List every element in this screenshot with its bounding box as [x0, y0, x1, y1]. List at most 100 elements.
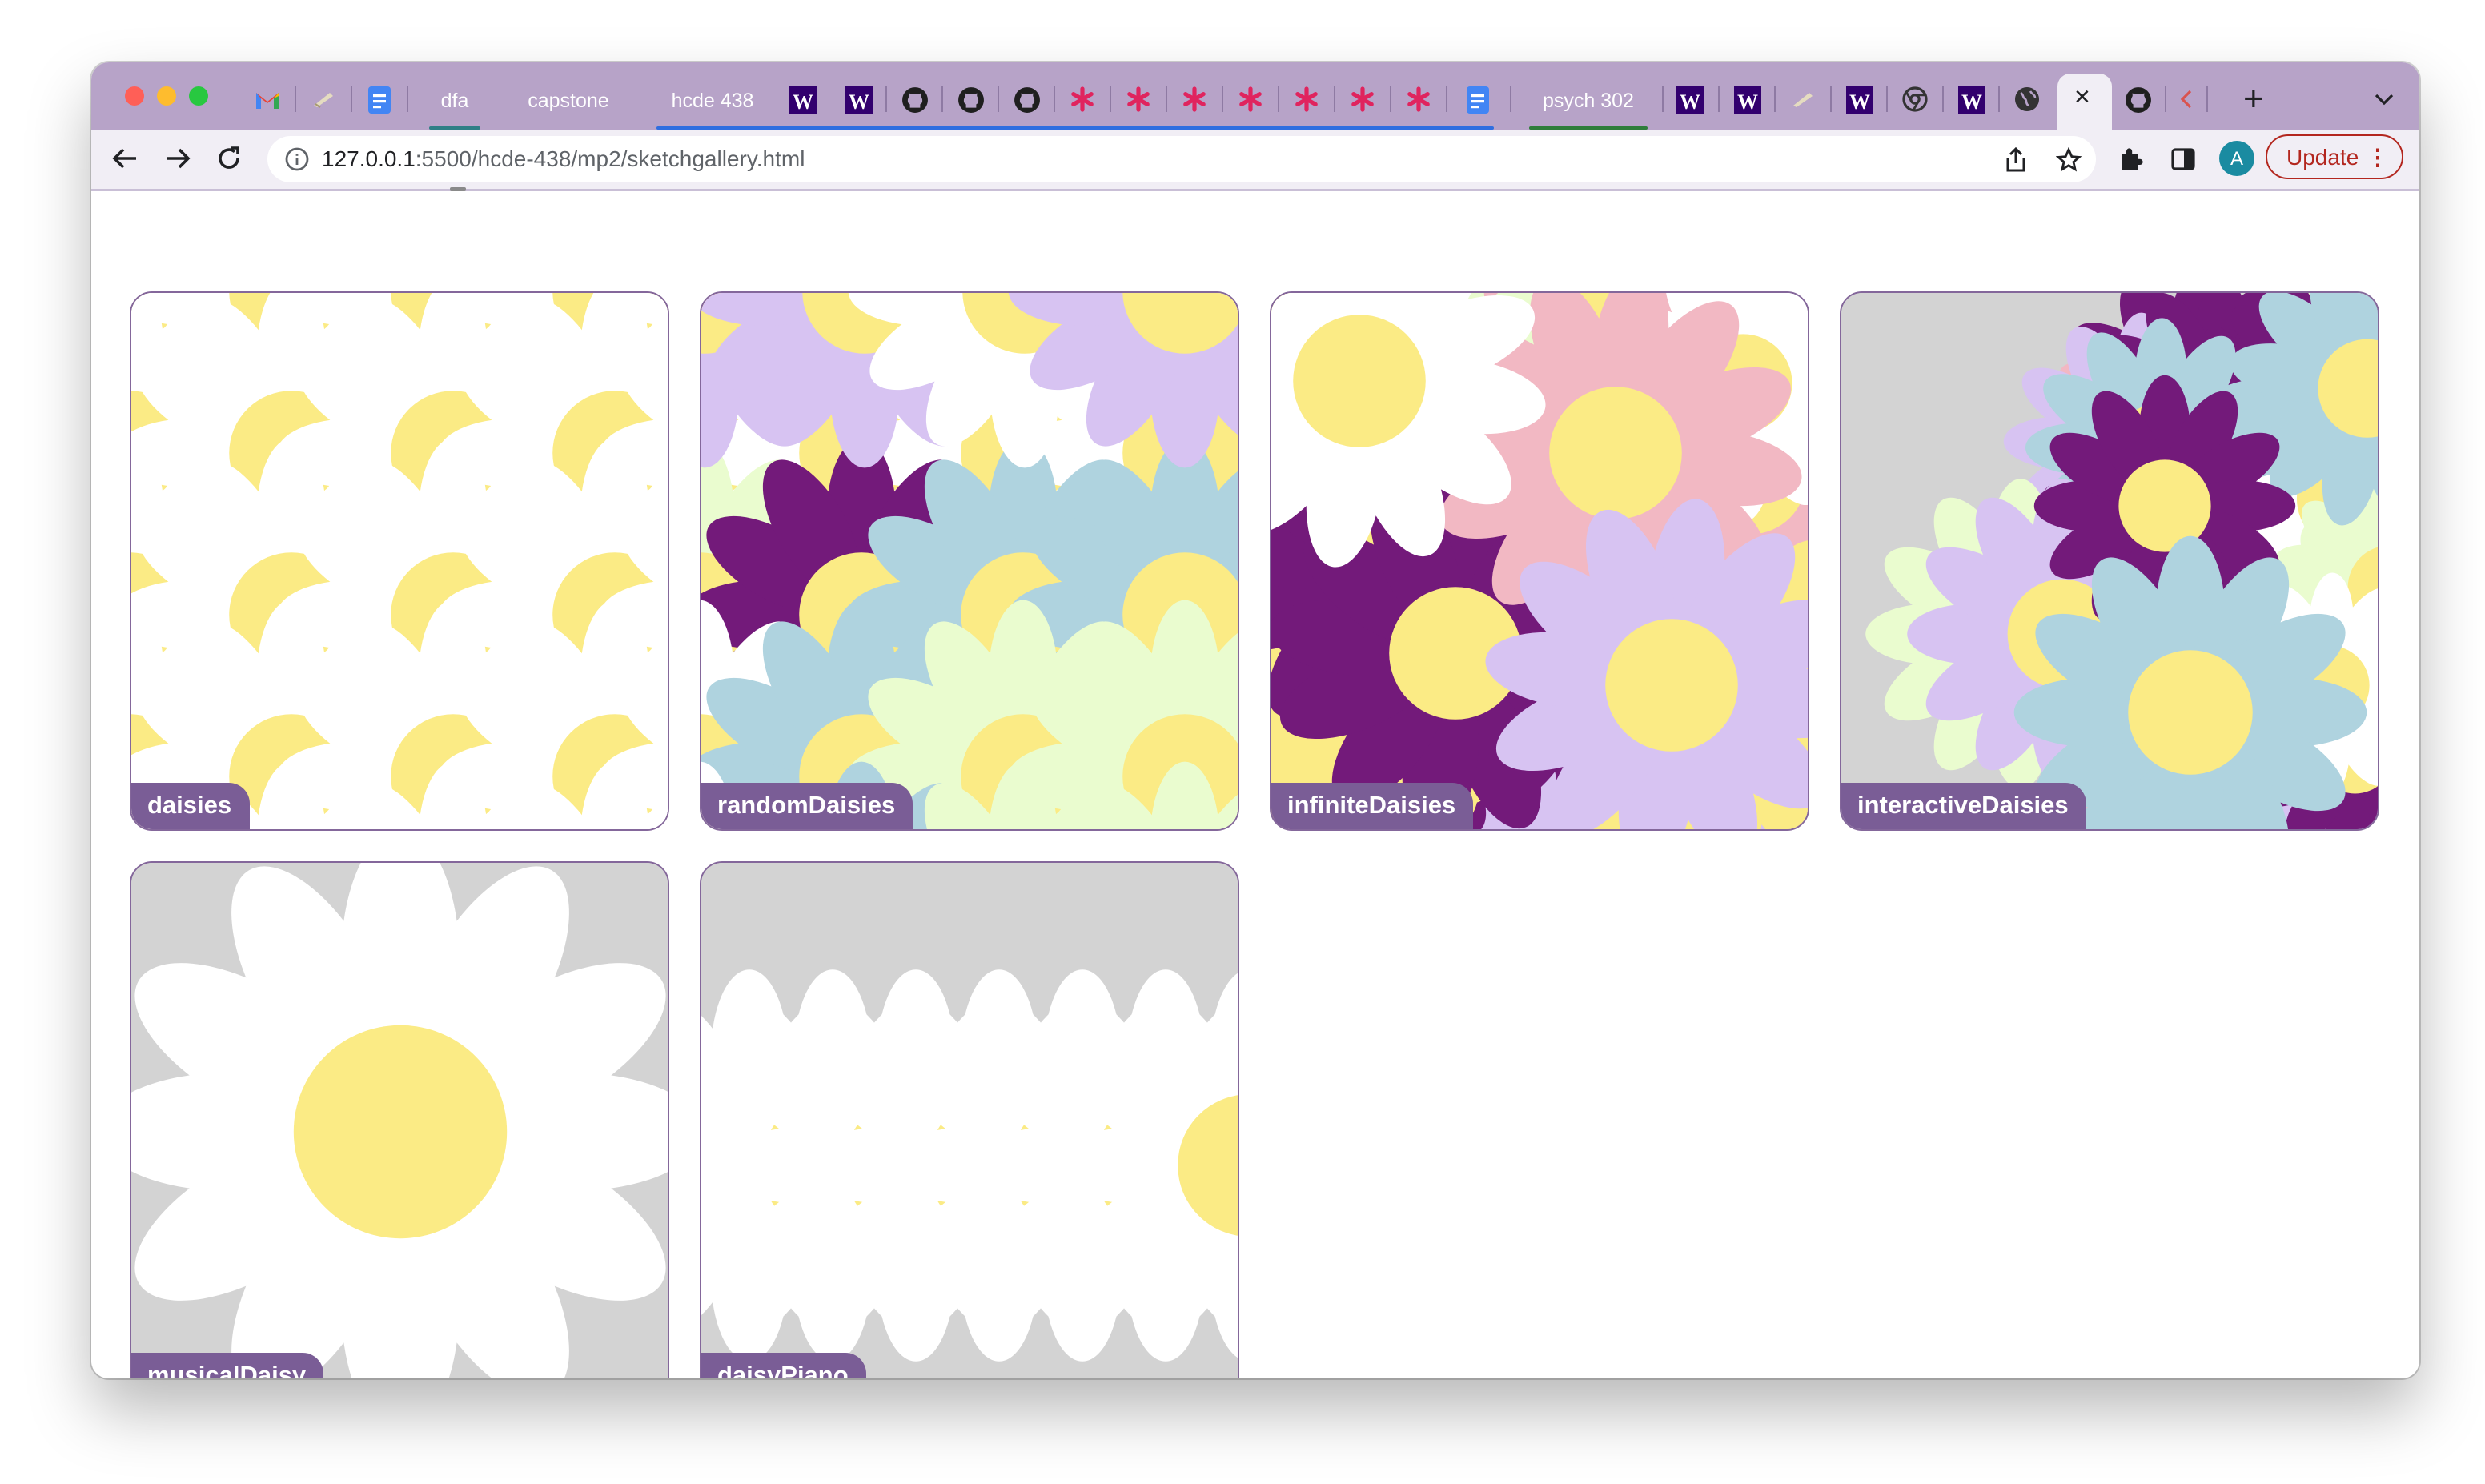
browser-toolbar: 127.0.0.1:5500/hcde-438/mp2/sketchgaller…: [91, 130, 2419, 191]
tab-uw-2[interactable]: W: [841, 78, 876, 120]
svg-text:W: W: [1849, 90, 1869, 113]
asterisk-icon: [1239, 86, 1262, 112]
share-icon[interactable]: [2005, 147, 2027, 173]
url-text: 127.0.0.1:5500/hcde-438/mp2/sketchgaller…: [322, 146, 805, 171]
asterisk-icon: [1351, 86, 1374, 112]
reload-icon: [219, 146, 239, 169]
tab-asterisk-5[interactable]: [1289, 78, 1324, 120]
github-icon: [1014, 86, 1039, 112]
tab-uw-3[interactable]: W: [1672, 78, 1707, 120]
side-panel-icon: [2170, 147, 2194, 170]
tab-github-1[interactable]: [897, 78, 932, 120]
sketch-canvas: [701, 863, 1238, 1378]
uw-w-icon: W: [845, 86, 872, 113]
tab-github-2[interactable]: [953, 78, 988, 120]
info-icon[interactable]: [285, 147, 309, 171]
uw-w-icon: W: [1845, 86, 1873, 113]
sketch-title: musicalDaisy: [131, 1353, 324, 1378]
github-icon: [957, 86, 983, 112]
new-tab-button[interactable]: +: [2243, 78, 2264, 120]
tab-search-button[interactable]: [2368, 78, 2400, 120]
bookmark-star-icon[interactable]: [2056, 147, 2082, 173]
sketch-canvas: [1271, 293, 1808, 829]
sketch-title: daisyPiano: [701, 1353, 866, 1378]
tab-site[interactable]: [306, 78, 341, 120]
sketch-card-1[interactable]: randomDaisies: [700, 291, 1239, 831]
sketch-title: interactiveDaisies: [1841, 783, 2086, 829]
github-icon: [901, 86, 927, 112]
close-window-button[interactable]: [125, 86, 144, 106]
tab-github-3[interactable]: [1009, 78, 1044, 120]
google-docs-icon: [1467, 86, 1489, 113]
tab-strip: dfa capstone hcde 438 W W psych 302 W W …: [91, 62, 2419, 130]
tab-uw-5[interactable]: W: [1841, 78, 1877, 120]
uw-w-icon: W: [1957, 86, 1985, 113]
sketch-card-3[interactable]: interactiveDaisies: [1840, 291, 2379, 831]
asterisk-icon: [1183, 86, 1206, 112]
arrow-right-icon: [167, 148, 191, 169]
sketch-card-2[interactable]: infiniteDaisies: [1270, 291, 1809, 831]
google-docs-icon: [368, 86, 391, 113]
chrome-icon: [1902, 86, 1928, 112]
tab-chrome[interactable]: [1897, 78, 1933, 120]
sketch-title: infiniteDaisies: [1271, 783, 1474, 829]
zoom-window-button[interactable]: [189, 86, 208, 106]
tab-uw-6[interactable]: W: [1953, 78, 1989, 120]
back-button[interactable]: [110, 144, 139, 173]
svg-text:W: W: [1679, 90, 1700, 113]
github-icon: [2125, 86, 2150, 112]
tab-asterisk-2[interactable]: [1121, 78, 1156, 120]
tab-asterisk-7[interactable]: [1401, 78, 1436, 120]
tab-asterisk-1[interactable]: [1065, 78, 1100, 120]
asterisk-icon: [1295, 86, 1318, 112]
tab-web[interactable]: [2009, 78, 2045, 120]
close-tab-icon[interactable]: ✕: [2074, 85, 2091, 110]
tab-asterisk-4[interactable]: [1233, 78, 1268, 120]
asterisk-icon: [1071, 86, 1094, 112]
sketch-card-4[interactable]: musicalDaisy: [130, 861, 669, 1378]
update-button[interactable]: Update ⋮: [2266, 134, 2403, 179]
tab-github-4[interactable]: [2120, 78, 2155, 120]
tab-group-capstone[interactable]: capstone: [514, 85, 623, 118]
svg-text:W: W: [792, 90, 813, 113]
chevron-left-icon: [2180, 90, 2192, 109]
tab-active[interactable]: ✕: [2057, 74, 2112, 130]
svg-text:W: W: [1736, 90, 1757, 113]
pencil-icon: [314, 93, 333, 108]
tab-group-hcde-438[interactable]: hcde 438: [656, 85, 769, 118]
tab-site-2[interactable]: [1785, 78, 1821, 120]
address-bar[interactable]: 127.0.0.1:5500/hcde-438/mp2/sketchgaller…: [267, 136, 2096, 182]
tab-uw-4[interactable]: W: [1729, 78, 1764, 120]
tab-asterisk-3[interactable]: [1177, 78, 1212, 120]
sketch-canvas: [131, 293, 668, 829]
reload-button[interactable]: [215, 144, 243, 173]
profile-avatar[interactable]: A: [2219, 141, 2254, 176]
sketch-title: randomDaisies: [701, 783, 913, 829]
pencil-icon: [1793, 93, 1813, 107]
menu-dots-icon: ⋮: [2367, 144, 2389, 170]
tab-google-doc[interactable]: [362, 78, 397, 120]
side-panel-button[interactable]: [2168, 144, 2197, 173]
svg-text:W: W: [1961, 90, 1981, 113]
sketch-canvas: [1841, 293, 2378, 829]
tab-google-doc-2[interactable]: [1460, 78, 1495, 120]
asterisk-icon: [1407, 86, 1430, 112]
sketch-gallery: daisies randomDaisies infiniteDaisies inter…: [91, 187, 2419, 1378]
tab-group-psych-302[interactable]: psych 302: [1529, 85, 1648, 118]
minimize-window-button[interactable]: [157, 86, 176, 106]
tab-group-dfa[interactable]: dfa: [429, 85, 480, 118]
tab-uw-1[interactable]: W: [785, 78, 820, 120]
globe-icon: [2015, 87, 2039, 111]
forward-button[interactable]: [163, 144, 192, 173]
browser-window: dfa capstone hcde 438 W W psych 302 W W …: [91, 62, 2419, 1378]
uw-w-icon: W: [1733, 86, 1760, 113]
tab-partial[interactable]: [2174, 78, 2197, 120]
sketch-card-5[interactable]: daisyPiano: [700, 861, 1239, 1378]
arrow-left-icon: [112, 148, 136, 169]
tab-gmail[interactable]: [250, 78, 285, 120]
sketch-canvas: [701, 293, 1238, 829]
sketch-card-0[interactable]: daisies: [130, 291, 669, 831]
tab-asterisk-6[interactable]: [1345, 78, 1380, 120]
extensions-button[interactable]: [2117, 144, 2146, 173]
uw-w-icon: W: [789, 86, 816, 113]
